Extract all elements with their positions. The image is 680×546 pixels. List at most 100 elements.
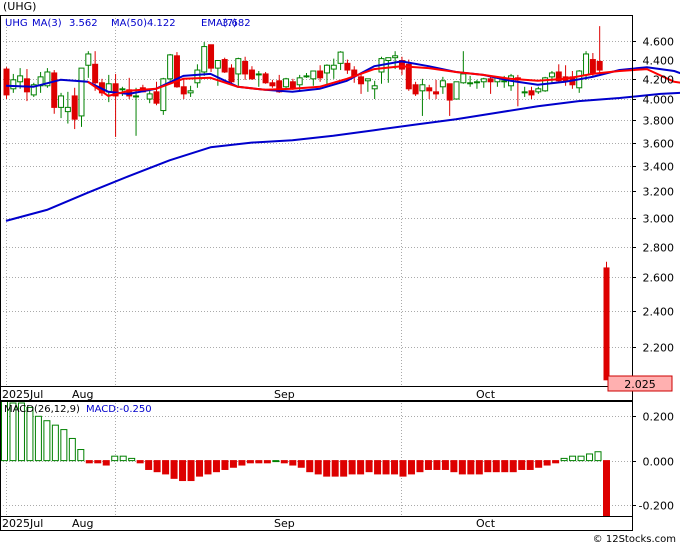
candle-body xyxy=(262,73,269,84)
price-tick-label: 2.400 xyxy=(643,306,675,319)
macd-bar xyxy=(331,460,339,477)
macd-bar xyxy=(314,460,322,475)
candle-body xyxy=(255,73,262,76)
price-tick-label: 2.800 xyxy=(643,242,675,255)
macd-bar xyxy=(458,460,466,475)
candle-body xyxy=(23,78,30,93)
candle-body xyxy=(180,86,187,95)
candle-body xyxy=(337,51,344,64)
candle-body xyxy=(146,93,153,100)
candle-body xyxy=(64,106,71,113)
stock-chart: 4.600 4.400 4.200 4.000 3.800 3.600 3.400 3.200… xyxy=(0,15,680,545)
candle-body xyxy=(589,59,596,74)
macd-bar xyxy=(552,460,560,464)
candle-body xyxy=(521,91,528,94)
legend-item: 3.562 xyxy=(69,18,98,29)
macd-tick-label: 0.200 xyxy=(643,411,675,424)
candle-body xyxy=(596,60,603,71)
macd-bar xyxy=(323,460,331,477)
macd-bar xyxy=(586,453,594,462)
candle-body xyxy=(10,79,17,90)
candle-body xyxy=(358,76,365,85)
candle-body xyxy=(446,83,453,101)
candle-body xyxy=(426,87,433,92)
macd-bar xyxy=(297,460,305,468)
macd-bar xyxy=(484,460,492,473)
candle-body xyxy=(310,70,317,80)
macd-bar xyxy=(263,460,271,464)
candle-body xyxy=(194,69,201,84)
price-tick-label: 3.200 xyxy=(643,186,675,199)
candle-body xyxy=(453,81,460,100)
candle-body xyxy=(85,53,92,66)
macd-bar xyxy=(306,460,314,473)
price-tick-label: 3.400 xyxy=(643,161,675,174)
macd-bar xyxy=(603,460,610,517)
macd-bar xyxy=(272,460,280,463)
candle-body xyxy=(242,60,249,75)
macd-bar xyxy=(374,460,382,475)
macd-bar xyxy=(111,455,119,462)
candle-body xyxy=(344,62,351,71)
macd-bar xyxy=(289,460,297,466)
x-tick-label: Aug xyxy=(72,388,93,401)
legend-item: MA(50) xyxy=(111,18,147,29)
candle-body xyxy=(535,88,542,93)
candle-body xyxy=(51,72,58,108)
candle-body xyxy=(460,73,467,84)
macd-bar xyxy=(407,460,415,475)
candle-body xyxy=(303,75,310,78)
macd-bar xyxy=(170,460,178,479)
macd-bar xyxy=(136,460,144,464)
macd-bar xyxy=(518,460,526,470)
macd-bar xyxy=(340,460,348,477)
macd-bar xyxy=(594,451,602,462)
macd-bar xyxy=(280,460,288,464)
macd-bar xyxy=(34,415,42,462)
candle-body xyxy=(17,75,24,83)
candle-body xyxy=(433,91,440,95)
macd-bar xyxy=(382,460,390,475)
candle-body xyxy=(167,54,174,80)
price-tick-label: 2.200 xyxy=(643,342,675,355)
price-tick-label: 4.200 xyxy=(643,74,675,87)
macd-bar xyxy=(475,460,483,475)
candle-body xyxy=(78,67,85,117)
candle-body xyxy=(385,57,392,62)
panel-frames xyxy=(0,15,633,531)
candle-body xyxy=(201,46,208,73)
macd-bar xyxy=(492,460,500,473)
candle-body xyxy=(364,78,371,82)
candle-body xyxy=(92,63,99,84)
price-tick-label: 3.600 xyxy=(643,138,675,151)
candle-body xyxy=(283,78,290,88)
candle-body xyxy=(133,95,140,98)
macd-bar xyxy=(416,460,424,473)
legend-item: UHG xyxy=(5,18,28,29)
candle-body xyxy=(528,90,535,96)
candle-body xyxy=(187,90,194,94)
macd-layer xyxy=(1,400,610,517)
candle-body xyxy=(467,82,474,85)
x-tick-label: 2025Jul xyxy=(2,388,43,401)
candle-body xyxy=(419,84,426,92)
price-tick-label: 3.000 xyxy=(643,213,675,226)
macd-bar xyxy=(391,460,399,475)
macd-bar xyxy=(68,437,76,462)
labels-layer: 4.600 4.400 4.200 4.000 3.800 3.600 3.400 3.200… xyxy=(2,18,676,545)
macd-bar xyxy=(221,460,229,470)
macd-tick-label: 0.000 xyxy=(643,456,675,469)
x-tick-label: Sep xyxy=(274,388,295,401)
macd-bar xyxy=(196,460,204,477)
candle-body xyxy=(221,59,228,73)
candle-body xyxy=(58,95,65,108)
macd-bar xyxy=(153,460,161,473)
macd-bar xyxy=(26,406,34,462)
macd-tick-label: -0.200 xyxy=(639,500,674,513)
macd-label: MACD(26,12,9) xyxy=(4,404,80,415)
price-tick-label: 4.000 xyxy=(643,94,675,107)
macd-bar xyxy=(145,460,153,470)
macd-bar xyxy=(255,460,263,464)
macd-bar xyxy=(77,449,85,462)
macd-bar xyxy=(543,460,551,466)
